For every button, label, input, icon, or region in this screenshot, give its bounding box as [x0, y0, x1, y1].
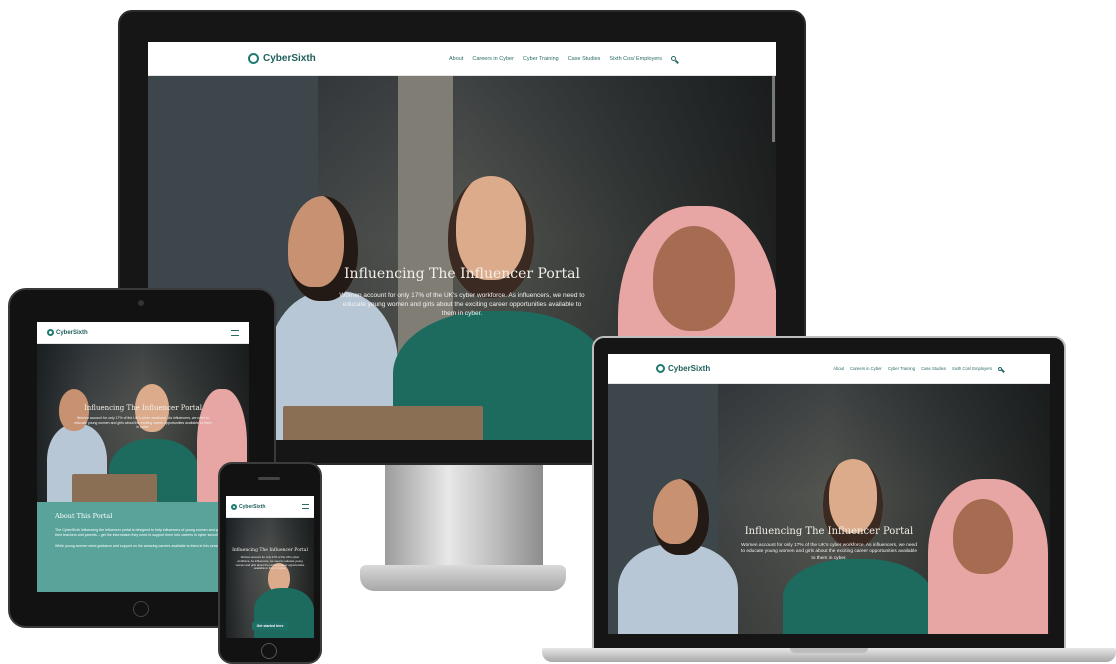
laptop-screen: CyberSixth About Careers in Cyber Cyber … [608, 354, 1050, 634]
laptop-hero: Influencing The Influencer Portal Women … [608, 384, 1050, 634]
monitor-base [360, 565, 566, 591]
tablet-hero-text: Influencing The Influencer Portal Women … [37, 404, 249, 430]
phone-speaker [258, 477, 280, 480]
phone-hero: Influencing The Influencer Portal Women … [226, 518, 314, 638]
phone-logo-text: CyberSixth [239, 503, 266, 510]
laptop-person-center-body [783, 559, 933, 634]
laptop-main-nav: About Careers in Cyber Cyber Training Ca… [833, 366, 1002, 371]
laptop-base-notch [790, 648, 868, 653]
laptop-prop [283, 406, 483, 440]
logo-text: CyberSixth [263, 53, 316, 64]
phone-menu-icon[interactable] [302, 504, 309, 509]
phone-screen: CyberSixth Influencing The Influencer Po… [226, 496, 314, 638]
laptop-hero-text: Influencing The Influencer Portal Women … [608, 526, 1050, 562]
laptop-site-logo[interactable]: CyberSixth [656, 364, 710, 373]
tablet-camera-icon [138, 300, 144, 306]
laptop-nav-about[interactable]: About [833, 366, 844, 371]
nav-employers[interactable]: Sixth Cos/ Employers [609, 56, 662, 62]
monitor-scrollbar[interactable] [772, 76, 775, 142]
phone-site-logo[interactable]: CyberSixth [231, 503, 266, 510]
tablet-hero-title: Influencing The Influencer Portal [84, 404, 202, 412]
nav-careers[interactable]: Careers in Cyber [472, 56, 514, 62]
tablet-logo-text: CyberSixth [56, 329, 88, 336]
tablet-laptop-prop [72, 474, 157, 502]
tablet-site-header: CyberSixth [37, 322, 249, 344]
site-header: CyberSixth About Careers in Cyber Cyber … [148, 42, 776, 76]
laptop-site-header: CyberSixth About Careers in Cyber Cyber … [608, 354, 1050, 384]
hero-description: Women account for only 17% of the UK's c… [339, 292, 585, 317]
hero-title: Influencing The Influencer Portal [344, 266, 580, 282]
tablet-menu-icon[interactable] [231, 329, 239, 336]
tablet-hero-description: Women account for only 17% of the UK's c… [74, 416, 212, 430]
phone: CyberSixth Influencing The Influencer Po… [218, 462, 322, 664]
search-icon[interactable] [671, 56, 676, 61]
nav-training[interactable]: Cyber Training [523, 56, 559, 62]
phone-hero-title: Influencing The Influencer Portal [232, 548, 308, 553]
phone-home-button-icon[interactable] [261, 643, 277, 659]
tablet-site-logo[interactable]: CyberSixth [47, 329, 88, 336]
laptop: CyberSixth About Careers in Cyber Cyber … [592, 336, 1066, 650]
cta-button[interactable]: Get started here [251, 622, 289, 630]
laptop-search-icon[interactable] [998, 366, 1002, 371]
about-text-2: While young women need guidance and supp… [55, 544, 223, 549]
phone-logo-ring-icon [231, 503, 237, 510]
laptop-logo-text: CyberSixth [668, 364, 711, 373]
phone-site-header: CyberSixth [226, 496, 314, 518]
about-text-1: The CyberSixth Influencing the Influence… [55, 528, 226, 538]
laptop-nav-case-studies[interactable]: Case Studies [921, 366, 946, 371]
phone-cta-wrap: Get started here [226, 614, 314, 632]
main-nav: About Careers in Cyber Cyber Training Ca… [449, 56, 676, 62]
laptop-nav-training[interactable]: Cyber Training [888, 366, 915, 371]
site-logo[interactable]: CyberSixth [248, 53, 316, 64]
laptop-hero-title: Influencing The Influencer Portal [744, 526, 914, 537]
laptop-hero-description: Women account for only 17% of the UK's c… [741, 543, 917, 561]
nav-about[interactable]: About [449, 56, 463, 62]
laptop-nav-careers[interactable]: Careers in Cyber [850, 366, 882, 371]
about-heading: About This Portal [55, 512, 113, 520]
nav-case-studies[interactable]: Case Studies [568, 56, 601, 62]
laptop-nav-employers[interactable]: Sixth Cos/ Employers [952, 366, 992, 371]
tablet-logo-ring-icon [47, 329, 54, 336]
laptop-logo-ring-icon [656, 364, 665, 373]
monitor-neck [385, 465, 543, 575]
phone-hero-description: Women account for only 17% of the UK's c… [235, 555, 305, 571]
tablet-home-button-icon[interactable] [133, 601, 149, 617]
phone-hero-text: Influencing The Influencer Portal Women … [226, 548, 314, 571]
logo-ring-icon [248, 53, 259, 64]
